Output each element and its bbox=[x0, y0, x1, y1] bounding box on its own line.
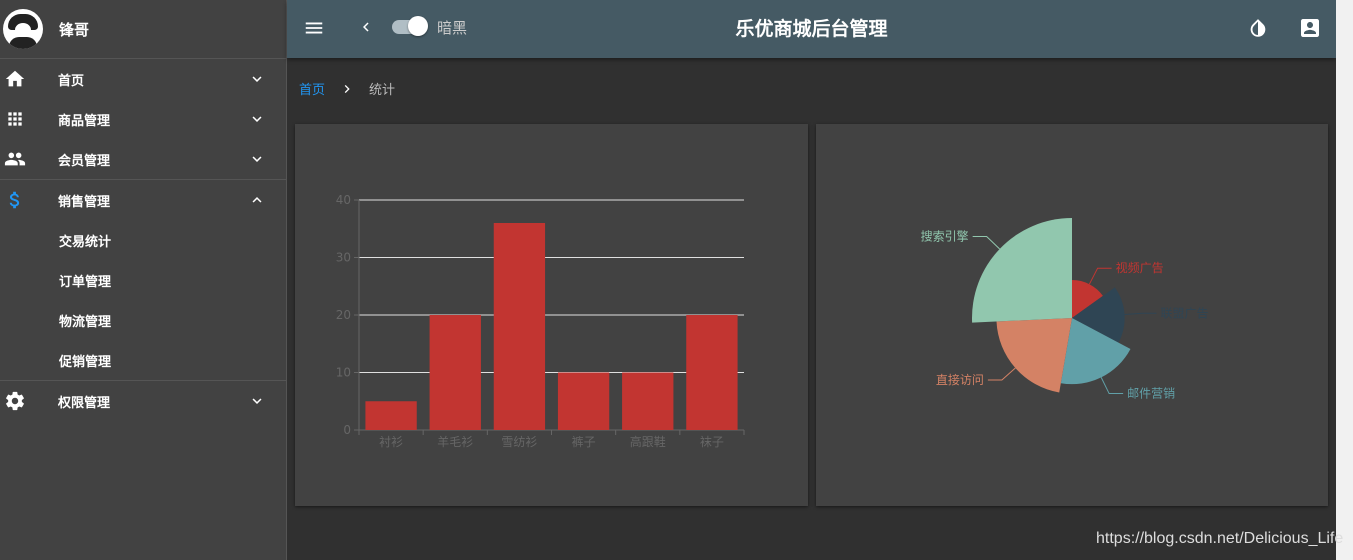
account-box-icon[interactable] bbox=[1298, 16, 1322, 44]
bar bbox=[365, 401, 417, 430]
pie-label-line bbox=[1088, 267, 1112, 285]
bar bbox=[429, 315, 481, 430]
pie-label: 邮件营销 bbox=[1127, 387, 1175, 401]
home-icon bbox=[0, 68, 30, 90]
invert-colors-icon[interactable] bbox=[1247, 17, 1269, 43]
y-tick-label: 10 bbox=[336, 366, 351, 380]
chevron-down-icon bbox=[248, 110, 266, 132]
sidebar-subitem-orders[interactable]: 订单管理 bbox=[0, 260, 286, 300]
y-tick-label: 40 bbox=[336, 193, 351, 207]
pie-label: 联盟广告 bbox=[1160, 306, 1208, 320]
chevron-down-icon bbox=[248, 392, 266, 414]
breadcrumb-home-link[interactable]: 首页 bbox=[299, 79, 325, 98]
sidebar: 锋哥 首页 商品管理 会员管理 销售管理 交易统计 订单管理 物流管理 促销管理… bbox=[0, 0, 287, 560]
sidebar-item-label: 会员管理 bbox=[58, 153, 111, 169]
bar-chart-card: 0 10 20 30 40 衬衫 羊毛衫 雪纺衫 裤子 高跟鞋 袜子 bbox=[295, 124, 808, 506]
top-app-bar: 暗黑 乐优商城后台管理 bbox=[287, 0, 1336, 58]
chevron-down-icon bbox=[248, 150, 266, 172]
pie-label: 直接访问 bbox=[936, 372, 984, 387]
pie-label-line bbox=[972, 236, 1001, 250]
bar bbox=[622, 372, 674, 430]
gear-icon bbox=[0, 390, 30, 412]
sidebar-item-label: 首页 bbox=[58, 73, 85, 89]
sidebar-subitem-logistics[interactable]: 物流管理 bbox=[0, 300, 286, 340]
sidebar-item-members[interactable]: 会员管理 bbox=[0, 139, 286, 179]
pie-label-line bbox=[1124, 312, 1157, 315]
breadcrumb: 首页 统计 bbox=[299, 79, 395, 98]
x-tick-label: 羊毛衫 bbox=[437, 434, 473, 449]
y-tick-label: 30 bbox=[336, 251, 351, 265]
pie-slice bbox=[972, 218, 1072, 323]
people-icon bbox=[0, 148, 30, 170]
breadcrumb-current: 统计 bbox=[369, 83, 396, 98]
x-tick-label: 雪纺衫 bbox=[501, 435, 537, 449]
apps-icon bbox=[0, 109, 30, 129]
pie-label-line bbox=[987, 367, 1016, 381]
user-name: 锋哥 bbox=[59, 20, 90, 39]
app-title: 乐优商城后台管理 bbox=[735, 18, 888, 40]
sidebar-item-products[interactable]: 商品管理 bbox=[0, 99, 286, 139]
sidebar-subitem-promotions[interactable]: 促销管理 bbox=[0, 340, 286, 380]
x-tick-label: 高跟鞋 bbox=[630, 434, 666, 449]
pie-slice bbox=[996, 318, 1072, 393]
sidebar-item-label: 商品管理 bbox=[58, 113, 111, 129]
user-profile: 锋哥 bbox=[0, 0, 286, 59]
pie-chart: 视频广告联盟广告邮件营销 直接访问 搜索引擎 bbox=[921, 218, 1209, 401]
bar bbox=[557, 372, 610, 430]
chevron-up-icon bbox=[248, 191, 266, 213]
sidebar-item-sales[interactable]: 销售管理 bbox=[0, 180, 286, 220]
pie-label-line bbox=[1100, 377, 1124, 395]
watermark: https://blog.csdn.net/Delicious_Life bbox=[1096, 530, 1344, 547]
sidebar-subitem-transactions[interactable]: 交易统计 bbox=[0, 220, 286, 260]
scrollbar[interactable] bbox=[1336, 0, 1353, 560]
x-tick-label: 袜子 bbox=[700, 435, 724, 449]
chevron-down-icon bbox=[248, 70, 266, 92]
sidebar-item-label: 权限管理 bbox=[58, 395, 111, 411]
bar bbox=[686, 315, 738, 430]
pie-label: 视频广告 bbox=[1116, 260, 1164, 275]
avatar bbox=[3, 9, 43, 49]
dollar-icon bbox=[0, 189, 30, 211]
x-tick-label: 衬衫 bbox=[379, 435, 403, 449]
sidebar-item-home[interactable]: 首页 bbox=[0, 59, 286, 99]
bar bbox=[493, 223, 546, 430]
pie-label: 搜索引擎 bbox=[921, 229, 969, 244]
bar-chart: 0 10 20 30 40 衬衫 羊毛衫 雪纺衫 裤子 高跟鞋 袜子 bbox=[336, 193, 745, 449]
pie-chart-card: 视频广告联盟广告邮件营销 直接访问 搜索引擎 bbox=[816, 124, 1328, 506]
sidebar-item-label: 销售管理 bbox=[58, 194, 111, 210]
x-tick-label: 裤子 bbox=[572, 435, 596, 449]
y-tick-label: 0 bbox=[343, 423, 351, 437]
chevron-right-icon bbox=[339, 81, 355, 97]
y-tick-label: 20 bbox=[336, 308, 351, 322]
sidebar-item-permissions[interactable]: 权限管理 bbox=[0, 381, 286, 421]
